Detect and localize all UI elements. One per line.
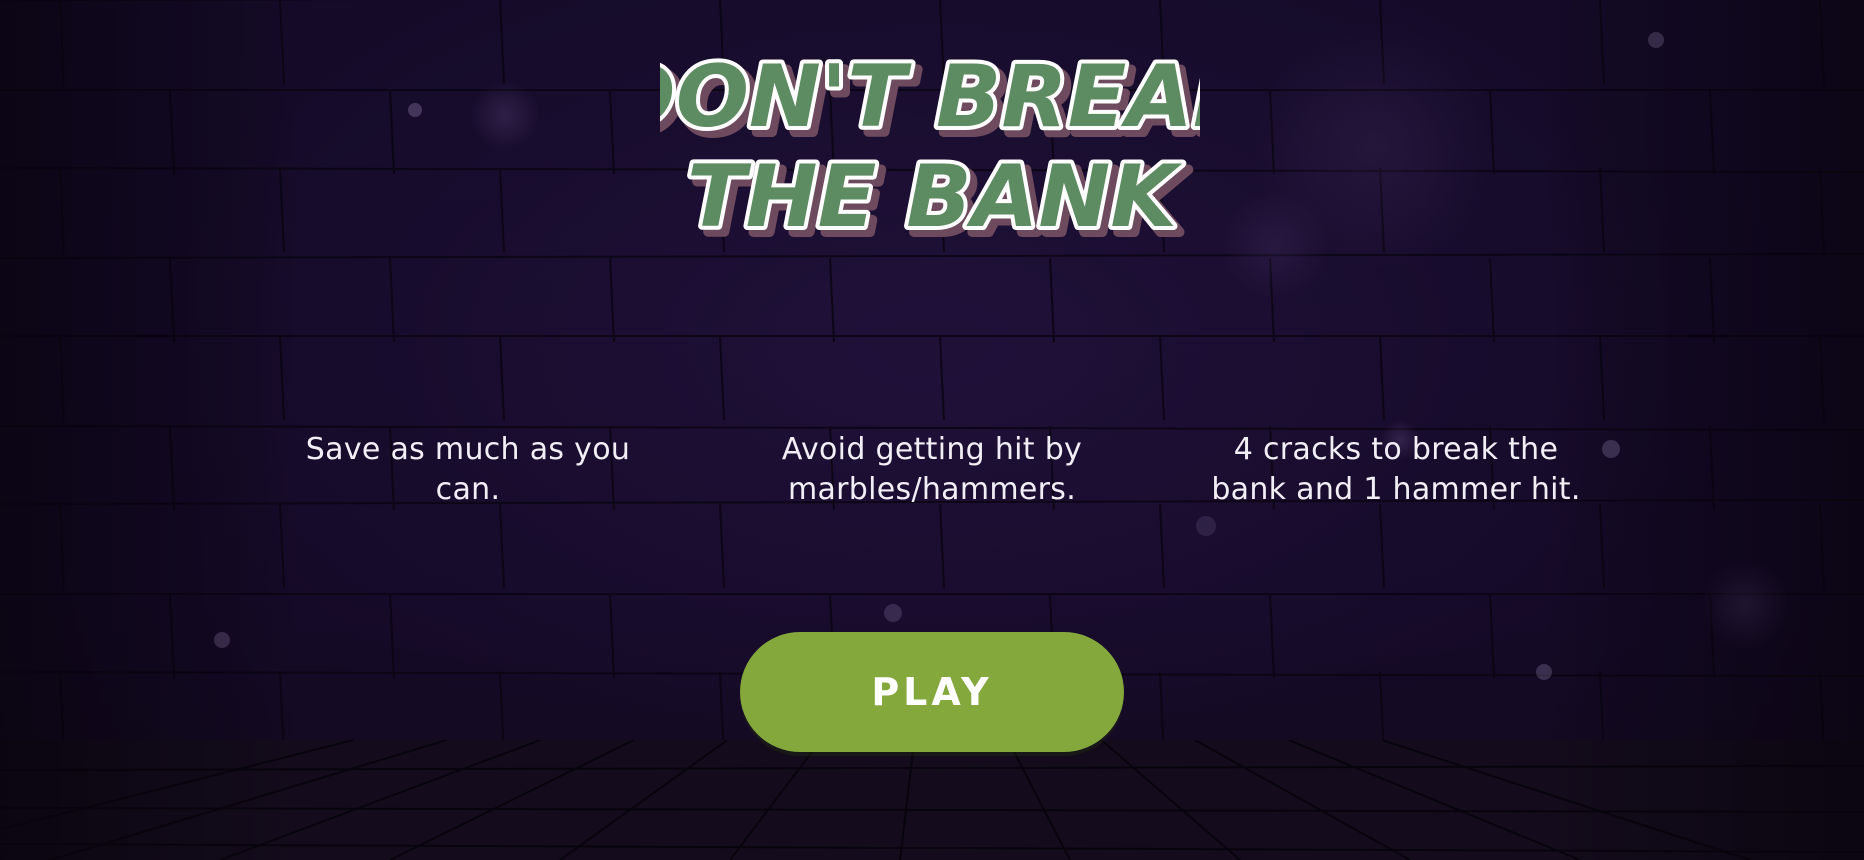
title-line1: DON'T BREAK [660, 47, 1200, 147]
instruction-line: Save as much as you [305, 432, 631, 467]
instruction-line: can. [435, 472, 501, 507]
instruction-line: 4 cracks to break the [1233, 432, 1559, 467]
instruction-line: Avoid getting hit by [781, 432, 1083, 467]
instruction-save: Save as much as you can. [278, 430, 658, 510]
title-line2: THE BANK [687, 147, 1182, 240]
instruction-avoid: Avoid getting hit by marbles/hammers. [742, 430, 1122, 510]
game-start-screen: DON'T BREAK DON'T BREAK THE BANK THE BAN… [0, 0, 1864, 860]
instruction-line: marbles/hammers. [787, 472, 1077, 507]
game-title-logo: DON'T BREAK DON'T BREAK THE BANK THE BAN… [660, 43, 1200, 240]
instructions-row: Save as much as you can. Avoid getting h… [0, 430, 1864, 510]
play-button[interactable]: PLAY [740, 632, 1124, 752]
instruction-cracks: 4 cracks to break the bank and 1 hammer … [1206, 430, 1586, 510]
instruction-line: bank and 1 hammer hit. [1211, 472, 1581, 507]
